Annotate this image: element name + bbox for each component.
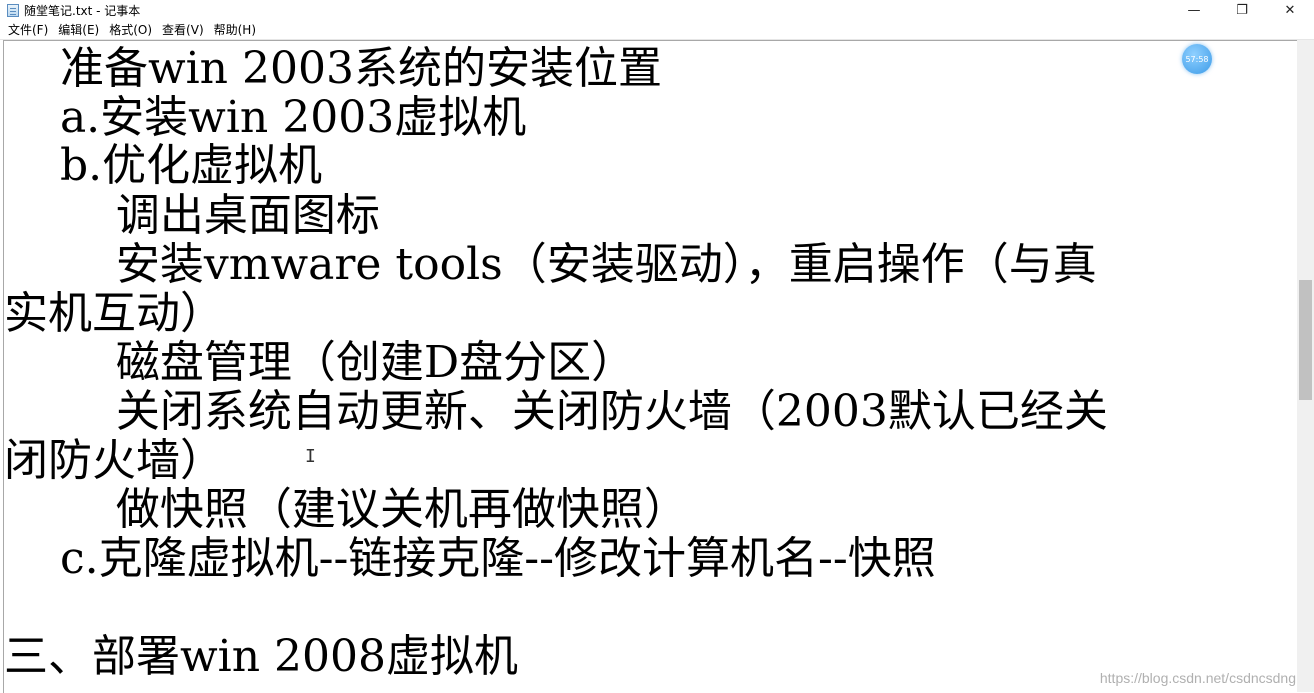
text-editor-area[interactable]: 准备win 2003系统的安装位置 a.安装win 2003虚拟机 b.优化虚拟… — [3, 40, 1298, 693]
close-button[interactable]: ✕ — [1266, 0, 1314, 20]
menu-file[interactable]: 文件(F) — [0, 21, 53, 38]
minimize-button[interactable]: — — [1170, 0, 1218, 20]
text-line: 安装vmware tools（安装驱动），重启操作（与真 — [4, 239, 1097, 290]
watermark-text: https://blog.csdn.net/csdncsdng — [1099, 670, 1296, 686]
text-line: b.优化虚拟机 — [4, 140, 323, 191]
restore-button[interactable]: ❐ — [1218, 0, 1266, 20]
window-controls: — ❐ ✕ — [1170, 0, 1314, 20]
text-line: 磁盘管理（创建D盘分区） — [4, 337, 636, 388]
floating-timer-badge[interactable]: 57:58 — [1182, 44, 1212, 74]
text-line: 关闭系统自动更新、关闭防火墙（2003默认已经关 — [4, 386, 1108, 437]
menu-format[interactable]: 格式(O) — [104, 21, 157, 38]
restore-icon: ❐ — [1236, 2, 1248, 18]
minimize-icon: — — [1187, 2, 1201, 18]
window-title: 随堂笔记.txt - 记事本 — [24, 3, 141, 18]
menu-view[interactable]: 查看(V) — [157, 21, 209, 38]
text-line: 做快照（建议关机再做快照） — [4, 484, 688, 535]
scrollbar-thumb[interactable] — [1299, 280, 1312, 400]
text-line: 实机互动） — [4, 288, 224, 339]
timer-text: 57:58 — [1185, 54, 1209, 64]
menu-edit[interactable]: 编辑(E) — [53, 21, 104, 38]
vertical-scrollbar[interactable] — [1297, 40, 1314, 692]
close-icon: ✕ — [1284, 2, 1296, 18]
menu-bar: 文件(F) 编辑(E) 格式(O) 查看(V) 帮助(H) — [0, 20, 1314, 40]
text-line: 准备win 2003系统的安装位置 — [4, 43, 662, 94]
text-line: 闭防火墙） — [4, 435, 224, 486]
menu-help[interactable]: 帮助(H) — [209, 21, 261, 38]
text-line: c.克隆虚拟机--链接克隆--修改计算机名--快照 — [4, 533, 936, 584]
text-line: 三、部署win 2008虚拟机 — [4, 631, 519, 682]
text-line: 调出桌面图标 — [4, 190, 380, 241]
text-cursor-icon: I — [305, 446, 316, 467]
notepad-icon — [7, 3, 19, 17]
title-bar: 随堂笔记.txt - 记事本 — ❐ ✕ — [0, 0, 1314, 20]
text-line: a.安装win 2003虚拟机 — [4, 92, 527, 143]
